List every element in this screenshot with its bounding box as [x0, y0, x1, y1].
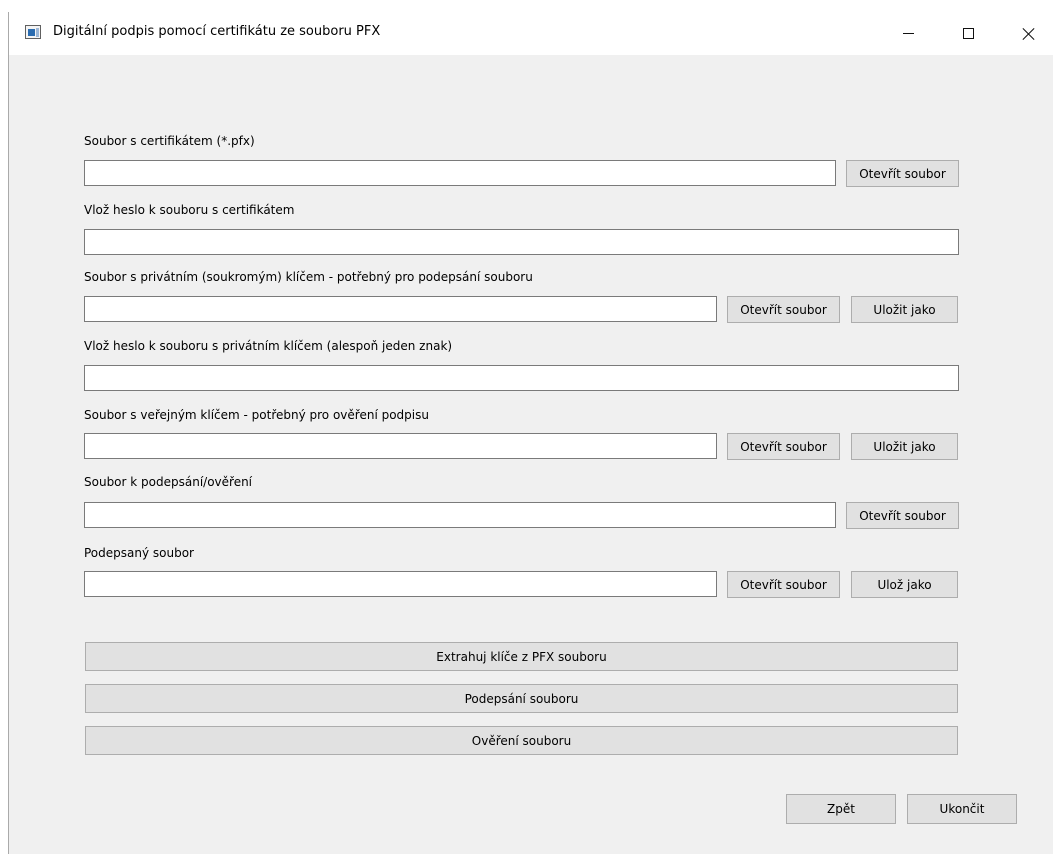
cert-open-file-button[interactable]: Otevřít soubor [846, 160, 959, 187]
cert-password-label: Vlož heslo k souboru s certifikátem [84, 203, 295, 217]
cert-password-input[interactable] [84, 229, 959, 255]
back-button[interactable]: Zpět [786, 794, 896, 824]
close-button[interactable] [1005, 12, 1051, 55]
app-icon [25, 25, 41, 39]
private-key-save-as-button[interactable]: Uložit jako [851, 296, 958, 323]
title-bar: Digitální podpis pomocí certifikátu ze s… [9, 12, 1053, 55]
signed-file-open-file-button[interactable]: Otevřít soubor [727, 571, 840, 598]
private-key-password-label: Vlož heslo k souboru s privátním klíčem … [84, 339, 453, 353]
cert-file-input[interactable] [84, 160, 836, 186]
private-key-password-input[interactable] [84, 365, 959, 391]
maximize-button[interactable] [945, 12, 991, 55]
minimize-button[interactable] [885, 12, 931, 55]
close-icon [1021, 27, 1035, 41]
window-title: Digitální podpis pomocí certifikátu ze s… [53, 24, 381, 39]
file-to-sign-input[interactable] [84, 502, 836, 528]
maximize-icon [962, 28, 974, 39]
file-to-sign-open-file-button[interactable]: Otevřít soubor [846, 502, 959, 529]
cert-file-label: Soubor s certifikátem (*.pfx) [84, 134, 255, 148]
signed-file-save-as-button[interactable]: Ulož jako [851, 571, 958, 598]
public-key-open-file-button[interactable]: Otevřít soubor [727, 433, 840, 460]
private-key-label: Soubor s privátním (soukromým) klíčem - … [84, 270, 533, 284]
sign-file-button[interactable]: Podepsání souboru [85, 684, 958, 713]
private-key-input[interactable] [84, 296, 717, 322]
public-key-input[interactable] [84, 433, 717, 459]
private-key-open-file-button[interactable]: Otevřít soubor [727, 296, 840, 323]
public-key-label: Soubor s veřejným klíčem - potřebný pro … [84, 408, 429, 422]
minimize-icon [902, 33, 914, 34]
quit-button[interactable]: Ukončit [907, 794, 1017, 824]
file-to-sign-label: Soubor k podepsání/ověření [84, 475, 253, 489]
signed-file-input[interactable] [84, 571, 717, 597]
verify-file-button[interactable]: Ověření souboru [85, 726, 958, 755]
public-key-save-as-button[interactable]: Uložit jako [851, 433, 958, 460]
extract-keys-button[interactable]: Extrahuj klíče z PFX souboru [85, 642, 958, 671]
main-window: Digitální podpis pomocí certifikátu ze s… [8, 12, 1053, 854]
signed-file-label: Podepsaný soubor [84, 546, 194, 560]
